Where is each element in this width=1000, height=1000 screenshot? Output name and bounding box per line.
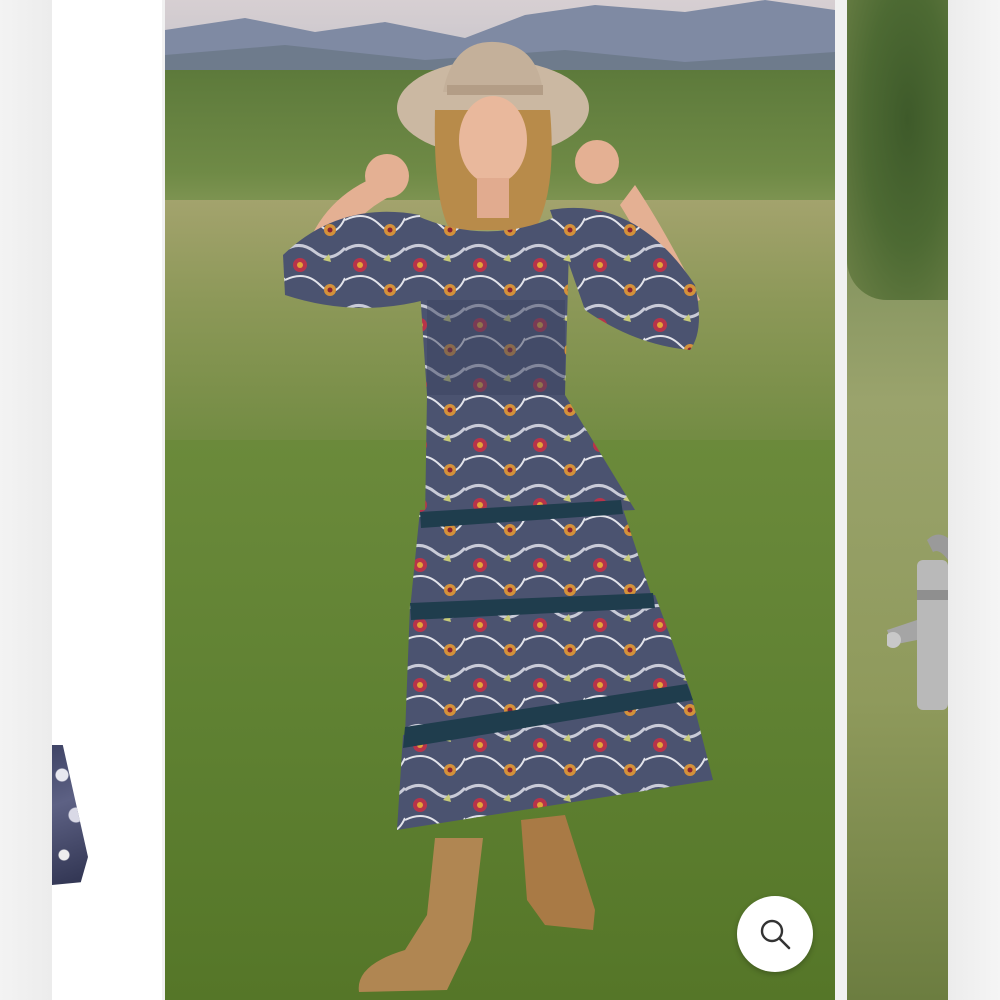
carousel-slide-current[interactable] (165, 0, 835, 1000)
carousel-slide-next[interactable] (847, 0, 948, 1000)
dress-hem-fragment (52, 745, 88, 885)
search-icon (760, 919, 791, 950)
gallery-edge-left (0, 0, 52, 1000)
zoom-button[interactable] (737, 896, 813, 972)
tree-foliage (847, 0, 948, 300)
watering-can (887, 534, 948, 710)
gallery-edge-right (948, 0, 1000, 1000)
carousel-slide-previous[interactable] (52, 0, 162, 1000)
model-figure (283, 41, 713, 992)
